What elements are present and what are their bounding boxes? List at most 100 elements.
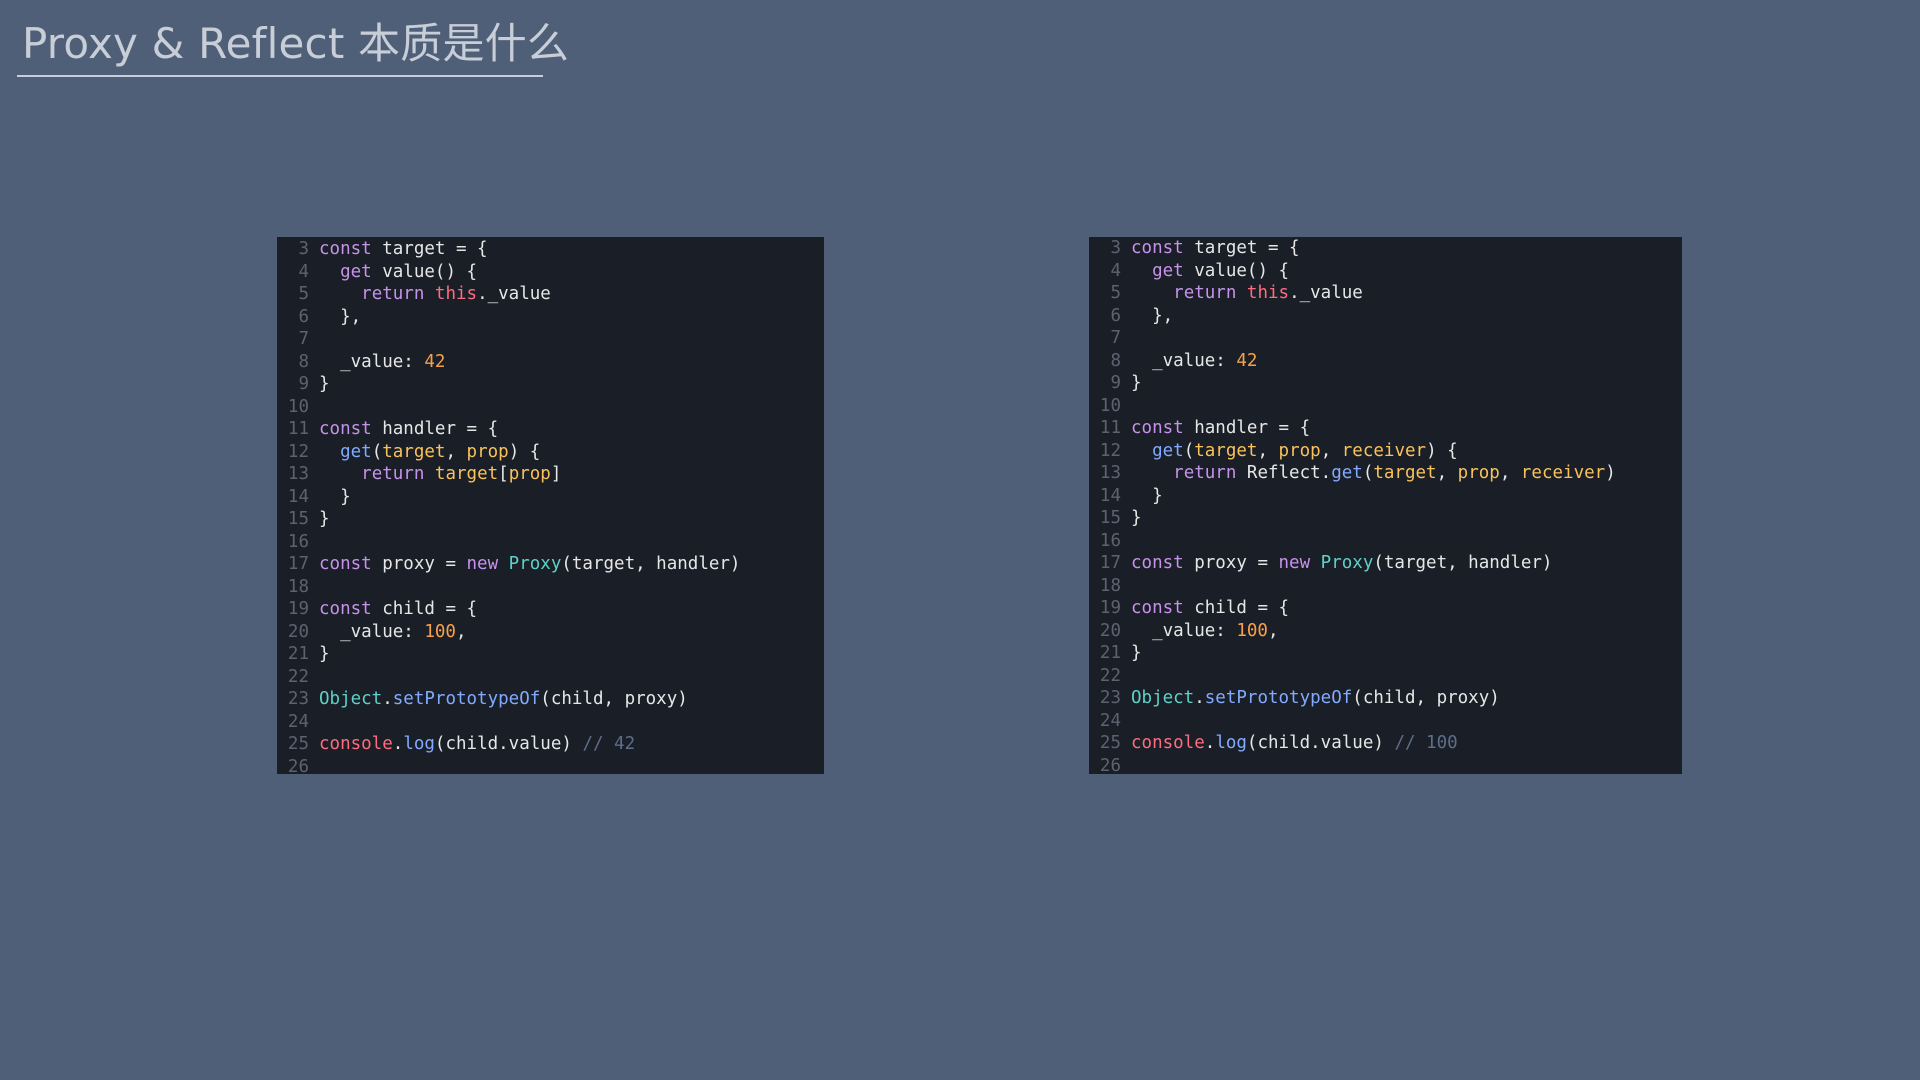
code-token: . [1204, 733, 1216, 753]
code-token: . [382, 689, 393, 709]
code-text: } [319, 486, 824, 509]
code-token: ) [1605, 463, 1616, 483]
code-token: setPrototypeOf [1204, 688, 1353, 708]
line-number: 26 [1099, 755, 1121, 775]
code-text: _value: 100, [1131, 620, 1682, 643]
line-number: 5 [298, 284, 309, 304]
code-token: Object [1131, 688, 1195, 708]
code-token: ] [550, 464, 562, 484]
code-token: target = { [371, 239, 488, 259]
code-line: 11 const handler = { [277, 418, 824, 441]
code-token: } [319, 374, 330, 394]
code-text: return this._value [1131, 282, 1682, 305]
code-token: Proxy [508, 554, 562, 574]
code-token: get [1152, 440, 1184, 461]
code-token: _value: [1131, 620, 1237, 641]
code-token: prop [466, 441, 509, 462]
code-token: get [340, 261, 372, 282]
code-token: const [1131, 418, 1184, 438]
code-token: _value: [1131, 350, 1237, 371]
code-token: (child, proxy) [1352, 688, 1500, 708]
code-line: 9} [277, 373, 824, 396]
line-number: 24 [287, 711, 309, 732]
code-line: 9} [1089, 372, 1682, 395]
code-token: ) { [508, 441, 541, 462]
code-token: } [1131, 508, 1142, 528]
code-token: target [434, 464, 499, 484]
code-token: const [1131, 553, 1184, 573]
code-text: }, [1131, 305, 1682, 328]
line-number: 14 [1099, 485, 1121, 506]
code-token: prop [1278, 440, 1321, 461]
code-text: console.log(child.value) // 42 [319, 733, 824, 756]
code-line: 7 [1089, 327, 1682, 350]
code-line: 26 [1089, 755, 1682, 775]
code-token: handler = { [1183, 418, 1311, 438]
code-line: 11 const handler = { [1089, 417, 1682, 440]
code-token: Object [319, 689, 383, 709]
code-token: } [319, 486, 351, 507]
code-token: (target, handler) [561, 554, 741, 574]
line-number: 4 [1110, 260, 1121, 281]
code-panel-proxy-reflect[interactable]: 3 const target = {4 get value() {5 return… [1089, 237, 1682, 774]
code-token: return [361, 464, 425, 484]
code-token: // 100 [1394, 733, 1458, 753]
code-text: const child = { [319, 598, 824, 621]
code-token: target = { [1183, 238, 1300, 258]
code-token: . [1194, 688, 1205, 708]
code-line: 3 const target = { [277, 238, 824, 261]
code-line: 15} [277, 508, 824, 531]
code-line: 4 get value() { [277, 261, 824, 284]
line-number: 9 [1110, 373, 1121, 393]
code-token: setPrototypeOf [392, 689, 541, 709]
line-number: 25 [1099, 733, 1121, 753]
code-token: } [1131, 373, 1142, 393]
line-number: 7 [298, 329, 309, 349]
code-text: _value: 100, [319, 621, 824, 644]
code-text: get(target, prop) { [319, 441, 824, 464]
code-text: _value: 42 [1131, 350, 1682, 373]
code-token: , [1499, 463, 1521, 483]
code-text: return Reflect.get(target, prop, receive… [1131, 462, 1682, 485]
code-panel-proxy-only[interactable]: 3 const target = {4 get value() {5 return… [277, 237, 824, 774]
line-number: 20 [1099, 620, 1121, 641]
code-text: } [319, 508, 824, 531]
code-text: _value: 42 [319, 351, 824, 374]
line-number: 21 [1099, 643, 1121, 663]
code-line: 23 Object.setPrototypeOf(child, proxy) [277, 688, 824, 711]
code-token: Proxy [1320, 553, 1374, 573]
code-text: } [1131, 507, 1682, 530]
line-number: 19 [287, 599, 309, 619]
code-line: 25 console.log(child.value) // 42 [277, 733, 824, 756]
code-token: prop [508, 464, 551, 484]
line-number: 3 [298, 239, 309, 259]
code-text: } [1131, 372, 1682, 395]
code-text: get value() { [1131, 260, 1682, 283]
line-number: 11 [287, 419, 309, 439]
line-number: 21 [287, 644, 309, 664]
line-number: 12 [287, 441, 309, 462]
code-text: }, [319, 306, 824, 329]
line-number: 14 [287, 486, 309, 507]
code-text: const proxy = new Proxy(target, handler) [319, 553, 824, 576]
code-line: 6 }, [277, 306, 824, 329]
code-token: const [319, 419, 372, 439]
line-number: 9 [298, 374, 309, 394]
code-line: 14 } [1089, 485, 1682, 508]
code-token: (child.value) [1246, 733, 1395, 753]
code-token: get [1152, 260, 1184, 281]
code-line: 24 [277, 711, 824, 734]
code-token: receiver [1341, 440, 1427, 461]
